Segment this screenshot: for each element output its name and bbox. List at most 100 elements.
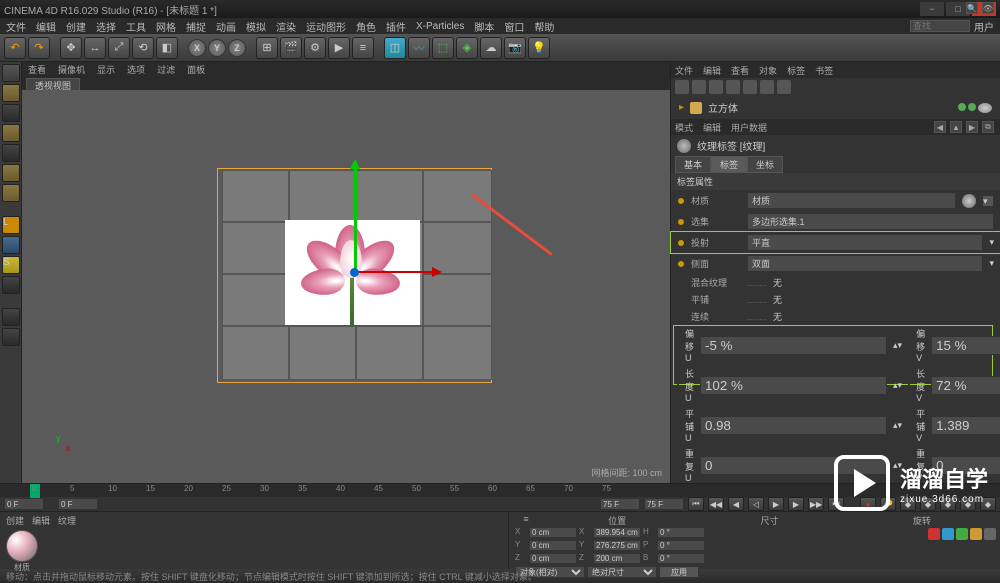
nav-up-icon[interactable]: ▲: [950, 121, 962, 133]
offset-v-input[interactable]: [931, 336, 1000, 355]
make-editable-icon[interactable]: [2, 64, 20, 82]
step-back-icon[interactable]: ◀◀: [708, 497, 724, 511]
mat-menu-create[interactable]: 创建: [6, 514, 24, 526]
param-led-icon[interactable]: [908, 381, 910, 389]
nav-back-icon[interactable]: ◀: [934, 121, 946, 133]
undo-button[interactable]: ↶: [4, 37, 26, 59]
y-axis-gizmo[interactable]: [354, 162, 357, 274]
param-led-icon[interactable]: [677, 218, 685, 226]
proj-end-input[interactable]: [644, 498, 684, 510]
param-led-icon[interactable]: [677, 197, 685, 205]
filter-icon[interactable]: [675, 80, 689, 94]
vp-menu-panel[interactable]: 面板: [187, 63, 205, 76]
om-file[interactable]: 文件: [675, 64, 693, 77]
search-mode[interactable]: 用户: [974, 19, 994, 34]
size-y-input[interactable]: [593, 540, 641, 551]
tray-icon[interactable]: [984, 528, 996, 540]
camera-icon[interactable]: 📷: [504, 37, 526, 59]
edge-mode-icon[interactable]: [2, 164, 20, 182]
am-edit[interactable]: 编辑: [703, 121, 721, 134]
vp-menu-display[interactable]: 显示: [97, 63, 115, 76]
primitive-cube-icon[interactable]: ◫: [384, 37, 406, 59]
param-led-icon[interactable]: [677, 381, 679, 389]
coord-toggle-icon[interactable]: ≡: [511, 514, 541, 526]
eye-icon[interactable]: 👁: [982, 2, 994, 14]
tray-icon[interactable]: [956, 528, 968, 540]
search-icon[interactable]: 🔍: [966, 2, 978, 14]
vp-menu-filter[interactable]: 过滤: [157, 63, 175, 76]
current-frame-input[interactable]: [58, 498, 98, 510]
pos-y-input[interactable]: [529, 540, 577, 551]
filter3-icon[interactable]: [709, 80, 723, 94]
menu-edit[interactable]: 编辑: [36, 19, 56, 34]
menu-help[interactable]: 帮助: [534, 19, 554, 34]
menu-tools[interactable]: 工具: [126, 19, 146, 34]
filter7-icon[interactable]: [777, 80, 791, 94]
spinner-icon[interactable]: ▴▾: [893, 340, 902, 351]
om-bookmarks[interactable]: 书签: [815, 64, 833, 77]
tray-icon[interactable]: [970, 528, 982, 540]
am-mode[interactable]: 模式: [675, 121, 693, 134]
scale-tool-icon[interactable]: ⤢: [108, 37, 130, 59]
menu-select[interactable]: 选择: [96, 19, 116, 34]
viewport-3d[interactable]: y x 网格间距: 100 cm: [22, 90, 670, 483]
light-icon[interactable]: 💡: [528, 37, 550, 59]
goto-start-icon[interactable]: ⏮: [688, 497, 704, 511]
redo-button[interactable]: ↷: [28, 37, 50, 59]
tray-icon[interactable]: [942, 528, 954, 540]
chevron-down-icon[interactable]: ▾: [989, 237, 994, 248]
subtab-coord[interactable]: 坐标: [747, 156, 783, 173]
menu-animate[interactable]: 动画: [216, 19, 236, 34]
menu-simulate[interactable]: 模拟: [246, 19, 266, 34]
deformer-icon[interactable]: ◈: [456, 37, 478, 59]
om-objects[interactable]: 对象: [759, 64, 777, 77]
tiles-v-input[interactable]: [931, 416, 1000, 435]
pos-z-input[interactable]: [529, 553, 577, 564]
side-dropdown[interactable]: 双面: [747, 255, 983, 272]
vp-menu-cameras[interactable]: 摄像机: [58, 63, 85, 76]
object-cube-item[interactable]: ▸ 立方体: [679, 100, 992, 115]
axis-x-button[interactable]: X: [188, 39, 206, 57]
rotate-tool-icon[interactable]: ⟲: [132, 37, 154, 59]
projection-dropdown[interactable]: 平直: [747, 234, 983, 251]
filter2-icon[interactable]: [692, 80, 706, 94]
menu-create[interactable]: 创建: [66, 19, 86, 34]
menu-snap[interactable]: 捕捉: [186, 19, 206, 34]
coord-system-icon[interactable]: ⊞: [256, 37, 278, 59]
menu-plugins[interactable]: 插件: [386, 19, 406, 34]
texture-tag-icon[interactable]: [978, 103, 992, 113]
offset-u-input[interactable]: [700, 336, 887, 355]
environment-icon[interactable]: ☁: [480, 37, 502, 59]
vp-menu-view[interactable]: 查看: [28, 63, 46, 76]
om-tags[interactable]: 标签: [787, 64, 805, 77]
range-start-input[interactable]: [4, 498, 44, 510]
material-ball-icon[interactable]: [962, 194, 976, 208]
workplane-icon[interactable]: [2, 124, 20, 142]
material-item[interactable]: 材质: [6, 530, 38, 573]
prev-frame-icon[interactable]: ◀: [728, 497, 744, 511]
material-link[interactable]: 材质: [747, 192, 956, 209]
param-led-icon[interactable]: [677, 461, 679, 469]
menu-mesh[interactable]: 网格: [156, 19, 176, 34]
nav-ext-icon[interactable]: ⧉: [982, 121, 994, 133]
param-led-icon[interactable]: [677, 260, 685, 268]
size-x-input[interactable]: [593, 527, 641, 538]
length-u-input[interactable]: [700, 376, 887, 395]
viewport-solo-icon[interactable]: [2, 308, 20, 326]
vp-menu-options[interactable]: 选项: [127, 63, 145, 76]
am-userdata[interactable]: 用户数据: [731, 121, 767, 134]
rot-p-input[interactable]: [657, 540, 705, 551]
snap-toggle-icon[interactable]: S: [2, 256, 20, 274]
menu-window[interactable]: 窗口: [504, 19, 524, 34]
tiles-u-input[interactable]: [700, 416, 887, 435]
axis-y-button[interactable]: Y: [208, 39, 226, 57]
size-z-input[interactable]: [593, 553, 641, 564]
render-settings-icon[interactable]: ⚙: [304, 37, 326, 59]
nav-fwd-icon[interactable]: ▶: [966, 121, 978, 133]
recent-tool-icon[interactable]: ◧: [156, 37, 178, 59]
filter6-icon[interactable]: [760, 80, 774, 94]
generator-icon[interactable]: ⬚: [432, 37, 454, 59]
subtab-basic[interactable]: 基本: [675, 156, 711, 173]
tweak-mode-icon[interactable]: [2, 236, 20, 254]
om-view[interactable]: 查看: [731, 64, 749, 77]
